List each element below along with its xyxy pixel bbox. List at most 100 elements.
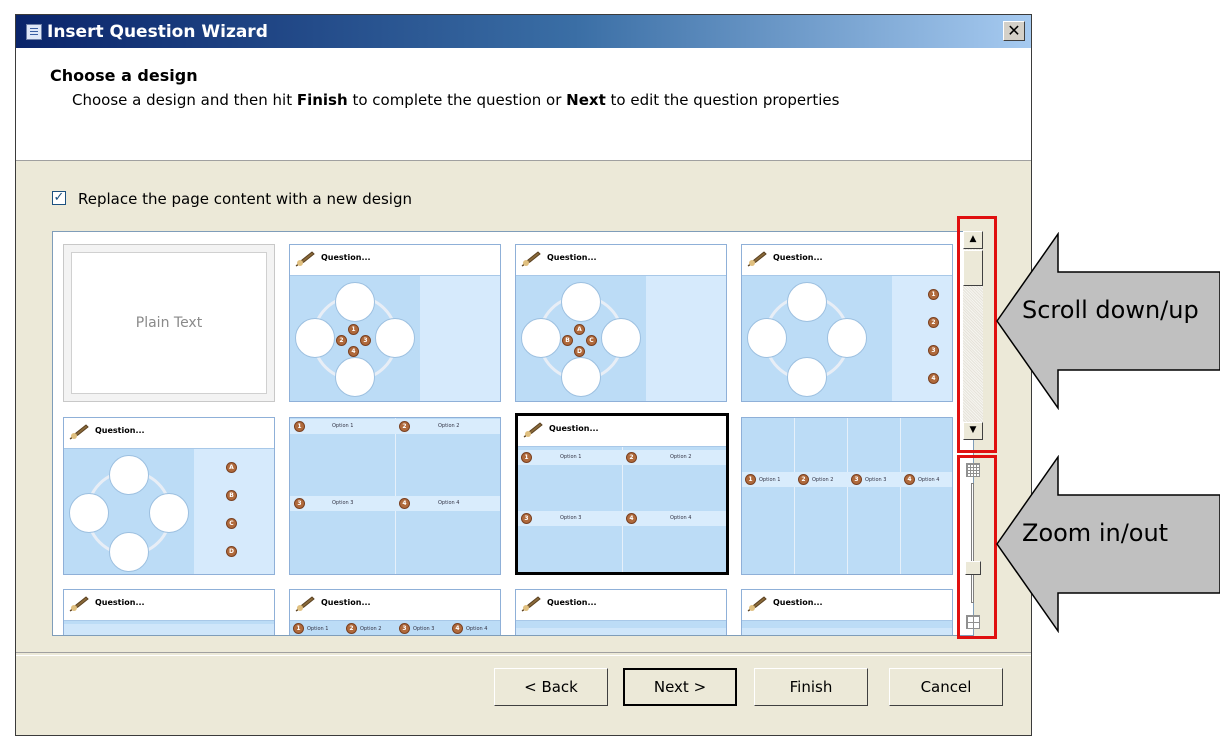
option-circle — [109, 455, 149, 495]
option-badge: 2 — [336, 335, 347, 346]
option-label: Option 1 — [560, 454, 582, 460]
option-circle — [561, 357, 601, 397]
question-label: Question... — [547, 598, 597, 607]
option-badge: C — [586, 335, 597, 346]
option-badge: C — [226, 518, 237, 529]
option-badge: 1 — [745, 474, 756, 485]
next-button[interactable]: Next > — [623, 668, 737, 706]
option-badge: D — [574, 346, 585, 357]
design-header-partial-3[interactable]: Question... — [515, 589, 727, 635]
pen-icon — [295, 251, 315, 267]
design-gallery: Plain Text Question... 1 2 3 4 Question.… — [52, 231, 974, 636]
option-badge: 4 — [626, 513, 637, 524]
step-description: Choose a design and then hit Finish to c… — [72, 91, 840, 109]
option-badge: A — [574, 324, 585, 335]
option-label: Option 2 — [360, 626, 382, 632]
question-label: Question... — [549, 424, 599, 433]
replace-content-checkbox[interactable]: ✓ — [52, 191, 66, 205]
plain-text-label: Plain Text — [71, 252, 267, 394]
option-label: Option 1 — [759, 477, 781, 483]
option-circle — [787, 282, 827, 322]
option-badge: A — [226, 462, 237, 473]
option-badge: 4 — [399, 498, 410, 509]
zoom-highlight-box — [957, 455, 997, 639]
option-badge: 3 — [851, 474, 862, 485]
option-label: Option 4 — [466, 626, 488, 632]
cancel-button[interactable]: Cancel — [889, 668, 1003, 706]
replace-content-label[interactable]: Replace the page content with a new desi… — [78, 190, 412, 208]
option-label: Option 3 — [413, 626, 435, 632]
question-label: Question... — [773, 253, 823, 262]
option-badge: 2 — [399, 421, 410, 432]
option-badge: 3 — [521, 513, 532, 524]
window-title: Insert Question Wizard — [47, 22, 268, 42]
pen-icon — [69, 596, 89, 612]
option-label: Option 3 — [560, 515, 582, 521]
option-label: Option 2 — [812, 477, 834, 483]
design-row-4-columns[interactable]: 1 Option 1 2 Option 2 3 Option 3 4 Optio… — [741, 417, 953, 575]
zoom-callout-text: Zoom in/out — [1022, 519, 1169, 547]
option-circle — [69, 493, 109, 533]
pen-icon — [523, 422, 543, 438]
design-plain-text[interactable]: Plain Text — [63, 244, 275, 402]
option-label: Option 4 — [670, 515, 692, 521]
design-circles-side-numbered[interactable]: Question... 1 2 3 4 — [741, 244, 953, 402]
back-button[interactable]: < Back — [494, 668, 608, 706]
option-circle — [747, 318, 787, 358]
design-circles-side-lettered[interactable]: Question... A B C D — [63, 417, 275, 575]
question-label: Question... — [773, 598, 823, 607]
option-badge: 3 — [399, 623, 410, 634]
option-badge: B — [226, 490, 237, 501]
option-circle — [109, 532, 149, 572]
option-circle — [787, 357, 827, 397]
pen-icon — [747, 596, 767, 612]
option-badge: 1 — [348, 324, 359, 335]
option-badge: 1 — [928, 289, 939, 300]
design-grid-2x2-noheader[interactable]: 1 Option 1 2 Option 2 3 Option 3 4 Optio… — [289, 417, 501, 575]
option-badge: 3 — [360, 335, 371, 346]
option-label: Option 2 — [670, 454, 692, 460]
close-button[interactable]: ✕ — [1003, 21, 1025, 41]
option-label: Option 1 — [332, 423, 354, 429]
option-badge: 1 — [294, 421, 305, 432]
scroll-callout-text: Scroll down/up — [1022, 296, 1199, 324]
option-label: Option 4 — [438, 500, 460, 506]
pen-icon — [69, 424, 89, 440]
option-circle — [295, 318, 335, 358]
option-badge: 2 — [346, 623, 357, 634]
design-circles-center-numbered[interactable]: Question... 1 2 3 4 — [289, 244, 501, 402]
wizard-icon — [26, 24, 42, 40]
option-circle — [561, 282, 601, 322]
pen-icon — [521, 596, 541, 612]
option-badge: 4 — [928, 373, 939, 384]
question-label: Question... — [321, 598, 371, 607]
question-label: Question... — [95, 426, 145, 435]
design-grid-2x2-header-selected[interactable]: Question... 1 Option 1 2 Option 2 3 Opti… — [515, 413, 729, 575]
step-title: Choose a design — [50, 66, 198, 85]
option-circle — [335, 282, 375, 322]
question-label: Question... — [321, 253, 371, 262]
option-circle — [827, 318, 867, 358]
option-badge: B — [562, 335, 573, 346]
pen-icon — [747, 251, 767, 267]
design-header-partial-4[interactable]: Question... — [741, 589, 953, 635]
title-bar[interactable]: Insert Question Wizard ✕ — [16, 15, 1031, 48]
option-circle — [375, 318, 415, 358]
finish-button[interactable]: Finish — [754, 668, 868, 706]
option-badge: 4 — [348, 346, 359, 357]
design-header-partial-1[interactable]: Question... — [63, 589, 275, 635]
pen-icon — [521, 251, 541, 267]
option-badge: 2 — [928, 317, 939, 328]
option-circle — [521, 318, 561, 358]
design-header-row-options[interactable]: Question... 1 Option 1 2 Option 2 3 Opti… — [289, 589, 501, 635]
option-circle — [149, 493, 189, 533]
option-badge: 4 — [904, 474, 915, 485]
option-badge: 3 — [928, 345, 939, 356]
wizard-header: Choose a design Choose a design and then… — [16, 48, 1031, 161]
design-circles-center-lettered[interactable]: Question... A B C D — [515, 244, 727, 402]
pen-icon — [295, 596, 315, 612]
option-badge: 4 — [452, 623, 463, 634]
insert-question-wizard-dialog: Insert Question Wizard ✕ Choose a design… — [15, 14, 1032, 736]
option-label: Option 4 — [918, 477, 940, 483]
option-circle — [335, 357, 375, 397]
